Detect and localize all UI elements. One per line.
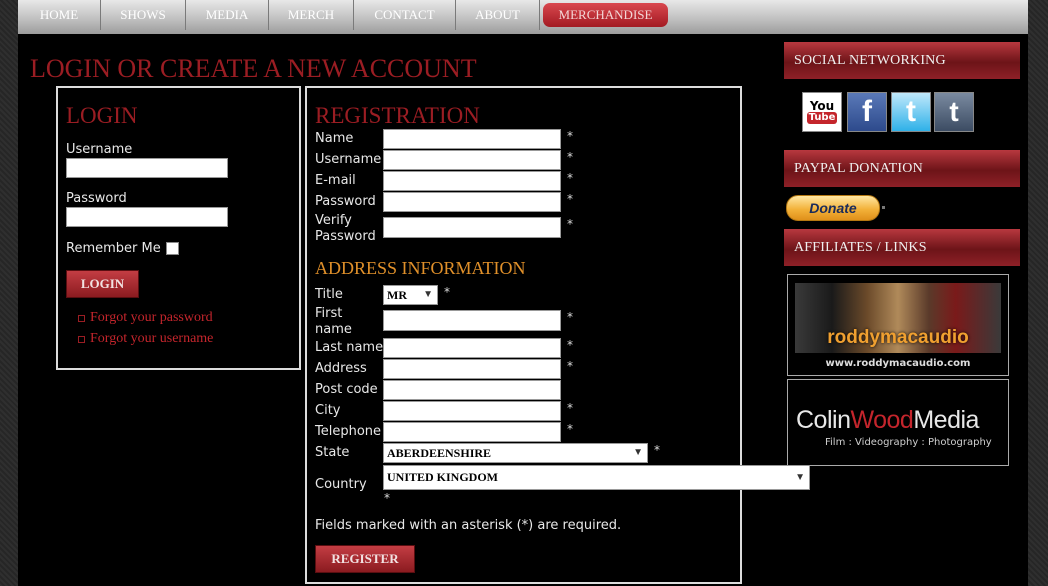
affiliate-colinwoodmedia[interactable]: ColinWoodMedia Film : Videography : Phot…: [787, 379, 1009, 466]
address-input[interactable]: [383, 359, 561, 379]
title-select[interactable]: MR ▼: [383, 285, 438, 305]
page: HOME SHOWS MEDIA MERCH CONTACT ABOUT MER…: [18, 0, 1028, 586]
logo-wood: Wood: [850, 406, 914, 434]
paypal-donation-header: PAYPAL DONATION: [784, 150, 1020, 187]
affiliate-roddymacaudio[interactable]: roddymacaudio www.roddymacaudio.com: [787, 274, 1009, 376]
bullet-icon: [78, 315, 85, 322]
logo-media: Media: [913, 406, 979, 434]
page-title: LOGIN OR CREATE A NEW ACCOUNT: [30, 54, 477, 83]
email-label: E-mail: [315, 173, 356, 188]
reg-password-input[interactable]: [383, 192, 561, 212]
first-name-label: First: [315, 306, 343, 321]
name-input[interactable]: [383, 129, 561, 149]
register-button[interactable]: REGISTER: [315, 545, 415, 573]
nav-media[interactable]: MEDIA: [186, 0, 269, 30]
login-panel: LOGIN Username Password Remember Me LOGI…: [56, 86, 301, 370]
forgot-username-link[interactable]: Forgot your username: [90, 331, 213, 347]
nav-merchandise[interactable]: MERCHANDISE: [543, 3, 668, 27]
required-mark: *: [567, 310, 573, 324]
required-note: Fields marked with an asterisk (*) are r…: [315, 518, 622, 533]
last-name-label: Last name: [315, 340, 384, 355]
telephone-label: Telephone: [315, 424, 382, 439]
top-navbar: HOME SHOWS MEDIA MERCH CONTACT ABOUT MER…: [18, 0, 1028, 34]
telephone-input[interactable]: [383, 422, 561, 442]
youtube-icon[interactable]: You Tube: [802, 92, 842, 132]
username-label: Username: [66, 142, 133, 157]
reg-password-label: Password: [315, 194, 376, 209]
required-mark: *: [567, 192, 573, 206]
required-mark: *: [444, 285, 450, 299]
password-label: Password: [66, 191, 127, 206]
required-mark: *: [567, 422, 573, 436]
required-mark: *: [567, 401, 573, 415]
chevron-down-icon: ▼: [423, 289, 433, 300]
logo-colin: Colin: [796, 406, 851, 434]
reg-username-input[interactable]: [383, 150, 561, 170]
city-input[interactable]: [383, 401, 561, 421]
youtube-text: You: [809, 99, 835, 113]
dot-icon: [882, 206, 885, 209]
title-select-value: MR: [387, 288, 407, 302]
name-label: Name: [315, 131, 354, 146]
title-label: Title: [315, 287, 343, 302]
address-heading: ADDRESS INFORMATION: [315, 258, 526, 278]
email-input[interactable]: [383, 171, 561, 191]
facebook-icon[interactable]: f: [847, 92, 887, 132]
remember-me-label: Remember Me: [66, 241, 161, 256]
nav-merch[interactable]: MERCH: [269, 0, 354, 30]
required-mark: *: [567, 129, 573, 143]
colinwoodmedia-logo: ColinWoodMedia: [796, 406, 979, 435]
required-mark: *: [384, 491, 390, 505]
verify-password-input[interactable]: [383, 217, 561, 238]
nav-shows[interactable]: SHOWS: [101, 0, 186, 30]
country-select-value: UNITED KINGDOM: [387, 470, 499, 484]
required-mark: *: [567, 217, 573, 231]
roddymacaudio-logo: roddymacaudio: [827, 327, 969, 348]
tumblr-icon[interactable]: t: [934, 92, 974, 132]
login-heading: LOGIN: [66, 103, 138, 128]
country-select[interactable]: UNITED KINGDOM ▼: [383, 465, 810, 490]
required-mark: *: [654, 443, 660, 457]
required-mark: *: [567, 359, 573, 373]
chevron-down-icon: ▼: [795, 472, 805, 483]
forgot-password-link[interactable]: Forgot your password: [90, 310, 213, 326]
postcode-label: Post code: [315, 382, 378, 397]
login-username-input[interactable]: [66, 158, 228, 178]
remember-me-checkbox[interactable]: [166, 242, 179, 255]
reg-username-label: Username: [315, 152, 382, 167]
social-networking-header: SOCIAL NETWORKING: [784, 42, 1020, 79]
nav-contact[interactable]: CONTACT: [354, 0, 456, 30]
nav-home[interactable]: HOME: [18, 0, 101, 30]
state-select-value: ABERDEENSHIRE: [387, 446, 492, 460]
required-mark: *: [567, 171, 573, 185]
registration-heading: REGISTRATION: [315, 103, 480, 128]
login-password-input[interactable]: [66, 207, 228, 227]
first-name-label-2: name: [315, 322, 352, 337]
verify-label-2: Password: [315, 229, 376, 244]
last-name-input[interactable]: [383, 338, 561, 358]
chevron-down-icon: ▼: [633, 447, 643, 458]
youtube-text-2: Tube: [806, 112, 838, 124]
city-label: City: [315, 403, 341, 418]
first-name-input[interactable]: [383, 310, 561, 331]
roddymacaudio-url: www.roddymacaudio.com: [825, 358, 971, 369]
verify-label: Verify: [315, 213, 352, 228]
postcode-input[interactable]: [383, 380, 561, 400]
affiliates-header: AFFILIATES / LINKS: [784, 229, 1020, 266]
donate-button[interactable]: Donate: [786, 195, 880, 221]
address-label: Address: [315, 361, 367, 376]
state-label: State: [315, 445, 350, 460]
nav-about[interactable]: ABOUT: [456, 0, 540, 30]
twitter-icon[interactable]: t: [891, 92, 931, 132]
colinwoodmedia-tagline: Film : Videography : Photography: [825, 437, 992, 448]
country-label: Country: [315, 477, 367, 492]
state-select[interactable]: ABERDEENSHIRE ▼: [383, 443, 648, 463]
login-button[interactable]: LOGIN: [66, 270, 139, 298]
required-mark: *: [567, 338, 573, 352]
registration-panel: REGISTRATION Name * Username * E-mail * …: [305, 86, 810, 584]
bullet-icon: [78, 336, 85, 343]
required-mark: *: [567, 150, 573, 164]
